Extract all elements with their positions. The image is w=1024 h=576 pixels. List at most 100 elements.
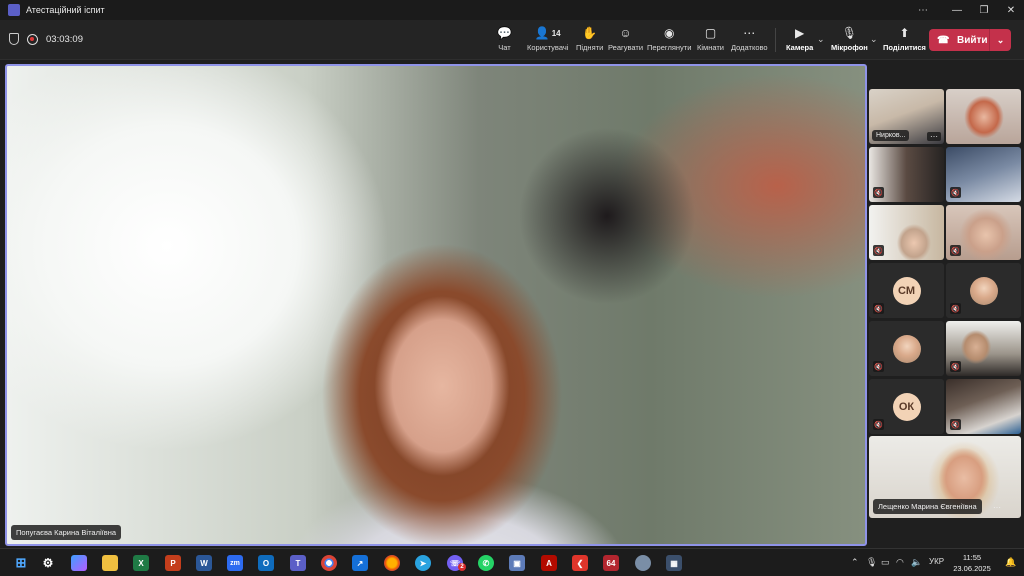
participant-tile[interactable]: ОК 🔇 bbox=[869, 379, 944, 434]
hang-up-icon: ☎ bbox=[937, 34, 950, 46]
hand-icon: ✋ bbox=[582, 26, 598, 40]
windows-start-icon[interactable]: ⊞ bbox=[13, 555, 29, 571]
microphone-icon: 🎙 bbox=[841, 26, 858, 40]
whatsapp-icon[interactable]: ✆ bbox=[478, 555, 494, 571]
windows-taskbar: ⊞ ⚙ X P W zm O T ↗ ➤ ☏ 2 ✆ ▣ A ❮ 64 ▦ ⌃ … bbox=[0, 548, 1024, 576]
participant-tile[interactable]: 🔇 bbox=[869, 205, 944, 260]
app-icon[interactable] bbox=[635, 555, 651, 571]
speaker-icon[interactable]: 🔈 bbox=[911, 557, 922, 568]
title-bar: Атестаційний іспит ⋯ — ❐ ✕ bbox=[0, 0, 1024, 20]
copilot-icon[interactable] bbox=[71, 555, 87, 571]
microphone-button[interactable]: 🎙 Мікрофон bbox=[831, 26, 868, 52]
telegram-icon[interactable]: ➤ bbox=[415, 555, 431, 571]
window-title: Атестаційний іспит bbox=[26, 5, 105, 15]
raise-hand-button[interactable]: ✋ Підняти bbox=[576, 26, 603, 52]
settings-gear-icon[interactable]: ⚙ bbox=[40, 555, 56, 571]
more-actions-button[interactable]: ⋯ Додатково bbox=[731, 26, 768, 52]
participant-name: Нирков... bbox=[872, 130, 910, 141]
calculator-icon[interactable]: ▦ bbox=[666, 555, 682, 571]
outlook-icon[interactable]: O bbox=[258, 555, 274, 571]
close-button[interactable]: ✕ bbox=[994, 0, 1024, 20]
featured-participant-tile[interactable]: Лещенко Марина Євгеніївна ⋯ bbox=[869, 436, 1021, 518]
tile-more-icon[interactable]: ⋯ bbox=[993, 503, 1001, 512]
powerpoint-icon[interactable]: P bbox=[165, 555, 181, 571]
file-explorer-icon[interactable] bbox=[102, 555, 118, 571]
react-button[interactable]: ☺ Реагувати bbox=[608, 26, 643, 52]
view-button[interactable]: ◉ Переглянути bbox=[647, 26, 691, 52]
clock-time: 11:55 bbox=[962, 553, 982, 562]
leave-button[interactable]: ☎ Вийти ⌄ bbox=[929, 29, 1011, 51]
leave-options-chevron-icon[interactable]: ⌄ bbox=[989, 29, 1011, 51]
people-button[interactable]: 👤 14 Користувачі bbox=[527, 26, 568, 52]
app-icon[interactable]: ↗ bbox=[352, 555, 368, 571]
participant-tile[interactable] bbox=[946, 89, 1021, 144]
view-icon: ◉ bbox=[663, 26, 675, 40]
camera-options-chevron-icon[interactable]: ⌄ bbox=[817, 34, 825, 45]
meeting-toolbar: 03:03:09 💬 Чат 👤 14 Користувачі ✋ Підняти… bbox=[0, 20, 1024, 60]
teams-taskbar-icon[interactable]: T bbox=[290, 555, 306, 571]
people-icon: 👤 bbox=[534, 26, 550, 40]
participant-tile[interactable]: 🔇 bbox=[869, 147, 944, 202]
participant-photo-avatar bbox=[892, 334, 921, 363]
share-button[interactable]: ⬆ Поділитися bbox=[883, 26, 926, 52]
wifi-icon[interactable]: ◠ bbox=[896, 557, 904, 568]
main-video-stage[interactable]: Попугаєва Карина Віталіївна bbox=[5, 64, 867, 546]
participant-tile[interactable]: 🔇 bbox=[946, 205, 1021, 260]
chrome-icon[interactable] bbox=[321, 555, 337, 571]
featured-participant-name: Лещенко Марина Євгеніївна bbox=[873, 499, 982, 514]
mic-muted-icon: 🔇 bbox=[873, 187, 884, 198]
participant-tile[interactable]: 🔇 bbox=[946, 263, 1021, 318]
chat-button[interactable]: 💬 Чат bbox=[497, 26, 512, 52]
participant-initials-avatar: СМ bbox=[892, 276, 921, 305]
mic-muted-icon: 🔇 bbox=[873, 245, 884, 256]
ellipsis-icon: ⋯ bbox=[743, 26, 756, 40]
chat-icon: 💬 bbox=[497, 26, 512, 40]
recording-icon bbox=[27, 33, 38, 45]
system-clock[interactable]: 11:55 23.06.2025 bbox=[950, 552, 994, 574]
participant-photo-avatar bbox=[969, 276, 998, 305]
people-count: 14 bbox=[551, 29, 561, 38]
meeting-timer: 03:03:09 bbox=[46, 33, 83, 45]
participant-tile[interactable]: 🔇 bbox=[869, 321, 944, 376]
rooms-icon: ▢ bbox=[704, 26, 717, 40]
word-icon[interactable]: W bbox=[196, 555, 212, 571]
participant-tile[interactable]: 🔇 bbox=[946, 147, 1021, 202]
clock-date: 23.06.2025 bbox=[953, 564, 991, 573]
zoom-icon[interactable]: zm bbox=[227, 555, 243, 571]
microphone-tray-icon[interactable]: 🎙 bbox=[866, 557, 877, 568]
tile-more-icon[interactable]: ⋯ bbox=[927, 132, 941, 141]
participant-tile[interactable]: 🔇 bbox=[946, 379, 1021, 434]
language-indicator[interactable]: УКР bbox=[929, 557, 944, 566]
participant-tile[interactable]: Нирков... ⋯ bbox=[869, 89, 944, 144]
firefox-icon[interactable] bbox=[384, 555, 400, 571]
chevron-up-icon[interactable]: ⌃ bbox=[851, 557, 859, 568]
share-icon: ⬆ bbox=[899, 26, 910, 40]
mic-options-chevron-icon[interactable]: ⌄ bbox=[870, 34, 878, 45]
more-options-icon[interactable]: ⋯ bbox=[906, 0, 940, 20]
camera-button[interactable]: ▶ Камера bbox=[786, 26, 813, 52]
toolbar-divider bbox=[775, 28, 776, 52]
camera-icon: ▶ bbox=[795, 26, 805, 40]
teams-app-icon bbox=[8, 4, 20, 16]
participant-tile[interactable]: 🔇 bbox=[946, 321, 1021, 376]
mic-muted-icon: 🔇 bbox=[950, 245, 961, 256]
shield-icon[interactable] bbox=[9, 33, 19, 45]
mic-muted-icon: 🔇 bbox=[950, 303, 961, 314]
viber-notification-badge: 2 bbox=[458, 563, 466, 571]
participant-initials-avatar: ОК bbox=[892, 392, 921, 421]
excel-icon[interactable]: X bbox=[133, 555, 149, 571]
mic-muted-icon: 🔇 bbox=[950, 419, 961, 430]
app-64-icon[interactable]: 64 bbox=[603, 555, 619, 571]
notification-bell-icon[interactable]: 🔔 bbox=[1005, 557, 1016, 568]
battery-icon[interactable]: ▭ bbox=[881, 557, 890, 568]
mic-muted-icon: 🔇 bbox=[873, 419, 884, 430]
app-icon[interactable]: ❮ bbox=[572, 555, 588, 571]
participant-tile[interactable]: СМ 🔇 bbox=[869, 263, 944, 318]
rooms-button[interactable]: ▢ Кімнати bbox=[697, 26, 724, 52]
mic-muted-icon: 🔇 bbox=[873, 303, 884, 314]
mic-muted-icon: 🔇 bbox=[950, 187, 961, 198]
smiley-icon: ☺ bbox=[619, 26, 632, 40]
speaker-name-tag: Попугаєва Карина Віталіївна bbox=[11, 525, 122, 540]
save-disk-icon[interactable]: ▣ bbox=[509, 555, 525, 571]
pdf-reader-icon[interactable]: A bbox=[541, 555, 557, 571]
